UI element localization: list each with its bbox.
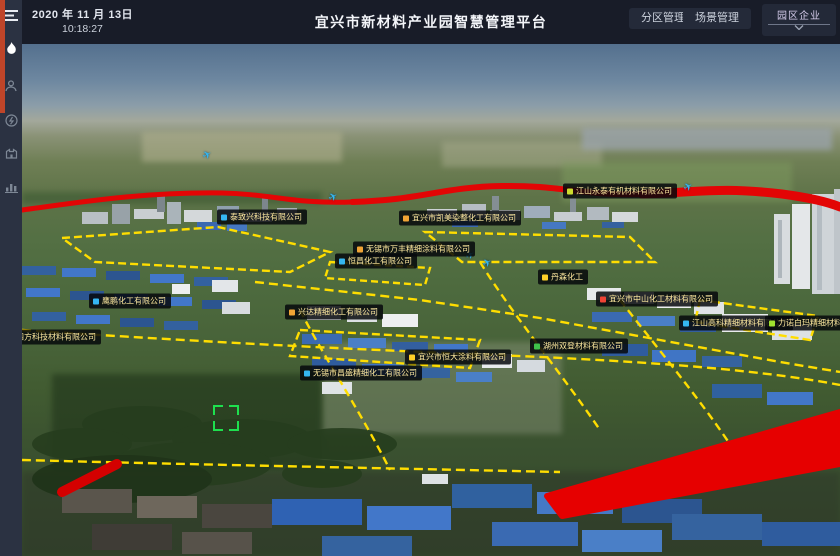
company-marker-icon xyxy=(769,320,775,326)
company-marker-icon xyxy=(339,258,345,264)
company-marker-icon xyxy=(221,214,227,220)
company-marker-icon xyxy=(683,320,689,326)
company-label-text: 泰致兴科技有限公司 xyxy=(230,212,302,223)
scene-management-button[interactable]: 场景管理 xyxy=(683,8,751,29)
map-company-label[interactable]: 兴达精细化工有限公司 xyxy=(285,305,383,320)
company-marker-icon xyxy=(534,343,540,349)
company-label-text: 宜兴市恒大涂料有限公司 xyxy=(418,352,506,363)
company-marker-icon xyxy=(600,296,606,302)
map-company-label[interactable]: 泰致兴科技有限公司 xyxy=(217,210,307,225)
map-company-label[interactable]: 力诺白玛精细材料有限公司 xyxy=(765,316,840,331)
company-label-text: 湖州双登材料有限公司 xyxy=(543,341,623,352)
map-labels-layer: 泰致兴科技有限公司宜兴市凯美染整化工有限公司无锡市万丰精细涂料有限公司鹰鹏化工有… xyxy=(22,44,840,556)
map-company-label[interactable]: 宜兴市四方科技材料有限公司 xyxy=(22,330,101,345)
map-company-label[interactable]: 无锡市昌盛精细化工有限公司 xyxy=(300,366,422,381)
menu-icon[interactable] xyxy=(0,3,22,27)
company-label-text: 鹰鹏化工有限公司 xyxy=(102,296,166,307)
map-3d-view[interactable]: ✈✈✈✈✈ 泰致兴科技有限公司宜兴市凯美染整化工有限公司无锡市万丰精细涂料有限公… xyxy=(22,44,840,556)
company-marker-icon xyxy=(357,246,363,252)
personnel-icon[interactable] xyxy=(0,74,22,98)
energy-icon[interactable] xyxy=(0,108,22,132)
map-company-label[interactable]: 丹森化工 xyxy=(538,270,588,285)
company-label-text: 无锡市昌盛精细化工有限公司 xyxy=(313,368,417,379)
map-company-label[interactable]: 宜兴市恒大涂料有限公司 xyxy=(405,350,511,365)
chevron-down-icon xyxy=(794,25,804,30)
map-company-label[interactable]: 湖州双登材料有限公司 xyxy=(530,339,628,354)
company-marker-icon xyxy=(304,370,310,376)
statistics-icon[interactable] xyxy=(0,175,22,199)
header-bar: 2020 年 11 月 13日 10:18:27 宜兴市新材料产业园智慧管理平台… xyxy=(22,0,840,44)
company-marker-icon xyxy=(567,188,573,194)
map-company-label[interactable]: 宜兴市凯美染整化工有限公司 xyxy=(399,211,521,226)
company-label-text: 兴达精细化工有限公司 xyxy=(298,307,378,318)
company-label-text: 力诺白玛精细材料有限公司 xyxy=(778,318,840,329)
park-enterprise-dropdown[interactable]: 园区企业 xyxy=(762,4,836,36)
park-enterprise-dropdown-label: 园区企业 xyxy=(777,7,821,22)
map-company-label[interactable]: 鹰鹏化工有限公司 xyxy=(89,294,171,309)
company-label-text: 恒昌化工有限公司 xyxy=(348,256,412,267)
company-marker-icon xyxy=(409,354,415,360)
map-company-label[interactable]: 江山永泰有机材料有限公司 xyxy=(563,184,677,199)
company-marker-icon xyxy=(93,298,99,304)
enterprise-icon[interactable] xyxy=(0,141,22,165)
company-marker-icon xyxy=(289,309,295,315)
left-toolbar xyxy=(0,0,22,556)
map-company-label[interactable]: 宜兴市中山化工材料有限公司 xyxy=(596,292,718,307)
map-company-label[interactable]: 恒昌化工有限公司 xyxy=(335,254,417,269)
company-label-text: 宜兴市凯美染整化工有限公司 xyxy=(412,213,516,224)
company-label-text: 江山永泰有机材料有限公司 xyxy=(576,186,672,197)
company-label-text: 宜兴市四方科技材料有限公司 xyxy=(22,332,96,343)
company-marker-icon xyxy=(403,215,409,221)
smart-park-platform-window: 2020 年 11 月 13日 10:18:27 宜兴市新材料产业园智慧管理平台… xyxy=(0,0,840,556)
alarm-flame-icon[interactable] xyxy=(0,36,22,60)
company-label-text: 宜兴市中山化工材料有限公司 xyxy=(609,294,713,305)
company-label-text: 丹森化工 xyxy=(551,272,583,283)
company-marker-icon xyxy=(542,274,548,280)
